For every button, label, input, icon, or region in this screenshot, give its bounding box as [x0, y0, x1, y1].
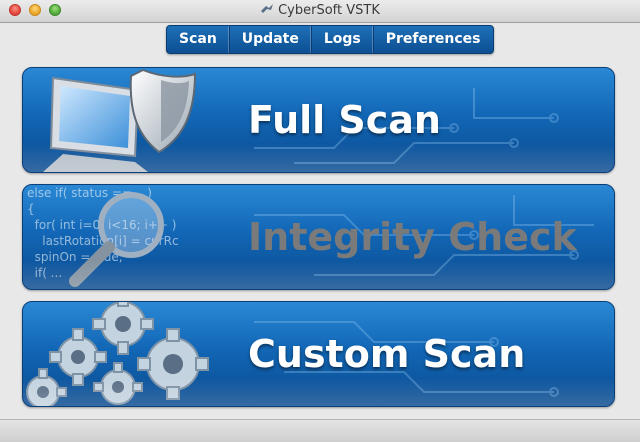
tab-update[interactable]: Update: [230, 26, 312, 53]
code-line: if( ...: [27, 266, 63, 280]
full-scan-button[interactable]: Full Scan: [22, 67, 615, 173]
window-title-group: CyberSoft VSTK: [0, 3, 640, 18]
title-bar: CyberSoft VSTK: [0, 0, 640, 23]
custom-scan-label: Custom Scan: [248, 332, 526, 376]
app-logo-icon: [261, 4, 274, 13]
tab-logs[interactable]: Logs: [312, 26, 374, 53]
integrity-check-label: Integrity Check: [248, 215, 577, 259]
integrity-check-button[interactable]: else if( status == ...){ for( int i=0; i…: [22, 184, 615, 290]
app-window: CyberSoft VSTK Scan Update Logs Preferen…: [0, 0, 640, 442]
full-scan-label: Full Scan: [248, 98, 441, 142]
custom-scan-button[interactable]: Custom Scan: [22, 301, 615, 407]
tab-scan[interactable]: Scan: [167, 26, 230, 53]
tab-preferences[interactable]: Preferences: [374, 26, 493, 53]
window-title: CyberSoft VSTK: [278, 3, 380, 18]
main-tab-bar: Scan Update Logs Preferences: [166, 25, 494, 54]
status-bar: [0, 419, 640, 442]
